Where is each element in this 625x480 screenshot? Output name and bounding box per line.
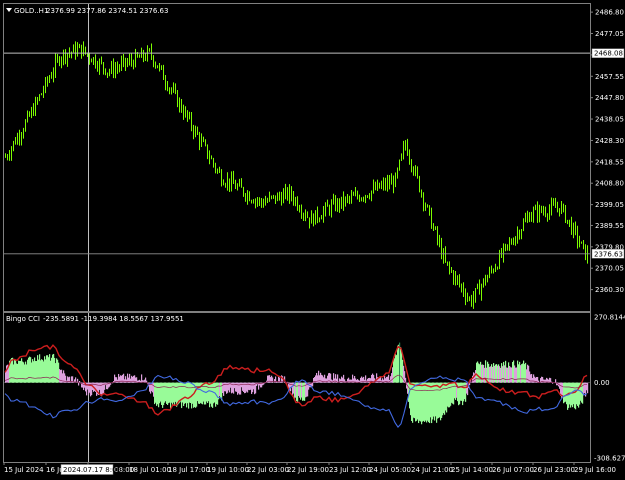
- time-label: 24 Jul 21:00: [411, 466, 453, 474]
- time-label: 25 Jul 14:00: [451, 466, 493, 474]
- price-tick-label: 2370.05: [595, 265, 624, 273]
- cci-tick-label: -308.6272: [594, 455, 625, 463]
- price-tick-label: 2428.30: [595, 137, 624, 145]
- time-label: 29 Jul 16:00: [574, 466, 616, 474]
- symbol-label: GOLD..H1: [14, 7, 48, 15]
- cci-bar: [279, 377, 281, 383]
- cci-indicator-pane[interactable]: [4, 342, 590, 428]
- time-label: 26 Jul 07:00: [492, 466, 534, 474]
- time-label: 15 Jul 2024: [4, 466, 44, 474]
- axes: 2486.802477.052467.302457.552447.802438.…: [3, 9, 625, 475]
- crosshair-time-label: 2024.07.17 8:00: [63, 466, 121, 474]
- cci-bar: [312, 382, 314, 387]
- indicator-values: -235.5891 -119.3984 18.5567 137.9551: [43, 315, 184, 323]
- time-label: 18 Jul 17:00: [168, 466, 210, 474]
- price-tick-label: 2389.55: [595, 222, 624, 230]
- price-tick-label: 2457.55: [595, 73, 624, 81]
- main-pane-border: [3, 3, 591, 312]
- cci-tick-label: 0.00: [594, 379, 610, 387]
- price-tick-label: 2399.05: [595, 201, 624, 209]
- price-tick-label: 2477.05: [595, 30, 624, 38]
- cci-tick-label: 270.8144: [594, 314, 625, 322]
- time-label: 23 Jul 12:00: [329, 466, 371, 474]
- cci-bar: [587, 382, 589, 394]
- ohlc-values: 2376.99 2377.86 2374.51 2376.63: [46, 7, 168, 15]
- crosshair-price-label: 2468.08: [594, 50, 623, 58]
- price-tick-label: 2486.80: [595, 9, 624, 17]
- time-label: 22 Jul 19:00: [287, 466, 329, 474]
- cci-bar: [555, 379, 557, 383]
- time-label: 22 Jul 03:00: [247, 466, 289, 474]
- symbol-dropdown-icon[interactable]: [6, 8, 12, 12]
- indicator-label: Bingo CCI: [6, 315, 40, 323]
- price-tick-label: 2438.05: [595, 116, 624, 124]
- cci-bar: [78, 382, 80, 386]
- time-label: 19 Jul 10:00: [207, 466, 249, 474]
- time-label: 18 Jul 01:00: [129, 466, 171, 474]
- mt-chart-window[interactable]: GOLD..H1 2376.99 2377.86 2374.51 2376.63…: [0, 0, 625, 480]
- price-tick-label: 2408.80: [595, 180, 624, 188]
- time-label: 26 Jul 23:00: [533, 466, 575, 474]
- chart-svg[interactable]: GOLD..H1 2376.99 2377.86 2374.51 2376.63…: [0, 0, 625, 480]
- price-tick-label: 2447.80: [595, 94, 624, 102]
- price-tick-label: 2418.55: [595, 158, 624, 166]
- time-label: 24 Jul 05:00: [369, 466, 411, 474]
- price-tick-label: 2360.30: [595, 286, 624, 294]
- cci-bar: [337, 374, 339, 383]
- current-price-label: 2376.63: [594, 250, 623, 258]
